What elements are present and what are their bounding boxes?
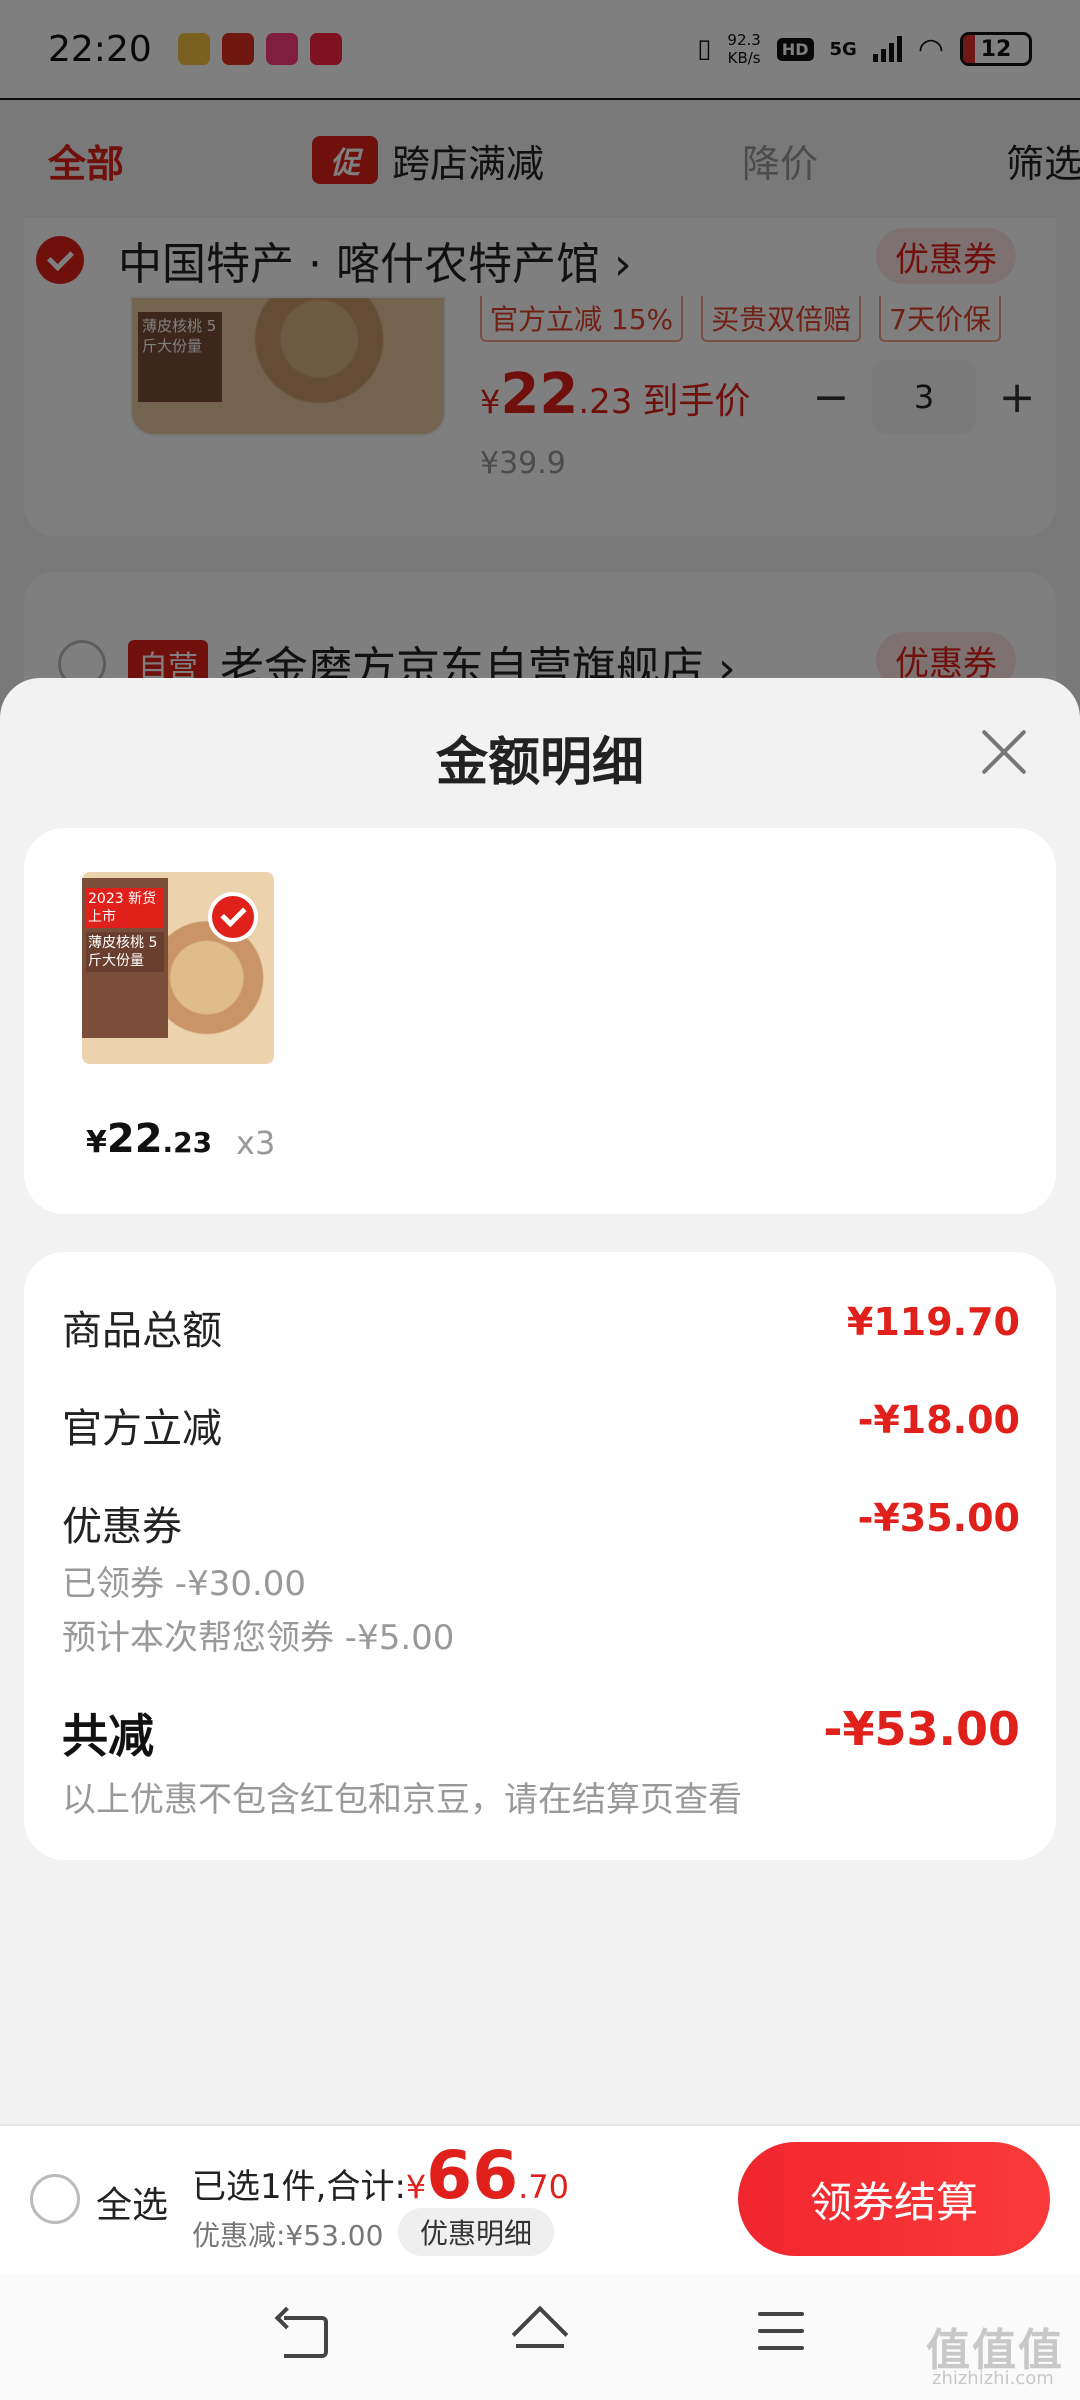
select-all-label[interactable]: 全选 (96, 2176, 168, 2228)
order-total-currency: ¥ (405, 2168, 427, 2206)
goods-total-label: 商品总额 (62, 1308, 222, 1354)
item-price-decimal: .23 (162, 1126, 213, 1159)
discount-summary: 优惠减:¥53.00 (192, 2219, 384, 2252)
total-cut-label: 共减 (62, 1709, 154, 1763)
modal-title: 金额明细 (435, 733, 644, 793)
close-icon[interactable] (972, 720, 1036, 784)
goods-total-amount: ¥119.70 (846, 1300, 1020, 1344)
back-icon[interactable] (276, 2308, 328, 2358)
official-cut-amount: -¥18.00 (857, 1398, 1020, 1442)
order-total-label: 已选1件,合计: (192, 2167, 406, 2207)
coupon-amount: -¥35.00 (857, 1496, 1020, 1540)
menu-icon[interactable] (758, 2312, 804, 2350)
item-checked-icon (208, 892, 258, 942)
item-quantity: x3 (236, 1124, 276, 1162)
coupon-estimated: 预计本次帮您领券 -¥5.00 (62, 1618, 455, 1658)
coupon-claimed: 已领券 -¥30.00 (62, 1564, 307, 1604)
order-total-integer: 66 (426, 2137, 519, 2214)
official-cut-label: 官方立减 (62, 1406, 222, 1452)
item-box-art: 2023 新货上市 薄皮核桃 5斤大份量 (82, 878, 168, 1038)
checkout-button[interactable]: 领券结算 (738, 2142, 1050, 2256)
select-all-checkbox[interactable] (30, 2174, 80, 2224)
item-price-integer: 22 (106, 1116, 163, 1162)
item-price-currency: ¥ (86, 1125, 107, 1160)
home-icon[interactable] (510, 2306, 570, 2358)
discount-detail-button[interactable]: 优惠明细 (398, 2208, 554, 2256)
total-cut-amount: -¥53.00 (823, 1702, 1020, 1756)
watermark-url: zhizhizhi.com (932, 2368, 1054, 2389)
item-box-text: 2023 新货上市 (86, 888, 164, 928)
item-box-text: 薄皮核桃 5斤大份量 (86, 932, 164, 972)
order-total-decimal: .70 (518, 2168, 570, 2206)
coupon-label: 优惠券 (62, 1504, 182, 1550)
order-total: 已选1件,合计: ¥ 66 .70 (192, 2136, 569, 2216)
discount-note: 以上优惠不包含红包和京豆，请在结算页查看 (62, 1780, 742, 1820)
item-price: ¥ 22 .23 (86, 1116, 212, 1162)
